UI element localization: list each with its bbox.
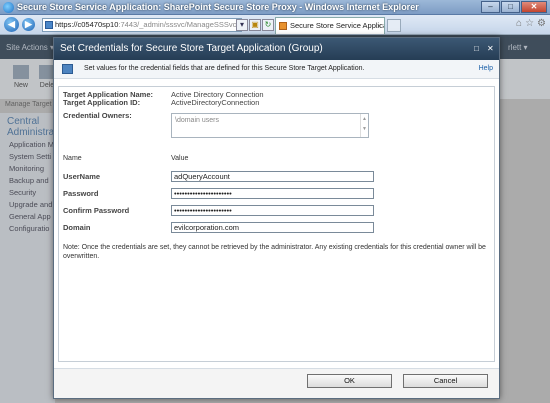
sharepoint-favicon-icon [279, 22, 287, 30]
domain-label: Domain [63, 223, 91, 232]
dialog-maximize-button[interactable]: □ [474, 44, 479, 53]
dialog-footer: OK Cancel [54, 368, 499, 398]
scroll-arrows-icon[interactable]: ▲ ▼ [360, 114, 368, 137]
new-tab-button[interactable] [387, 19, 401, 32]
credential-owners-label: Credential Owners: [63, 111, 132, 120]
home-icon[interactable]: ⌂ [516, 18, 522, 29]
credential-owners-value: \domain users [175, 117, 219, 124]
minimize-button[interactable]: – [481, 1, 500, 13]
browser-tab[interactable]: Secure Store Service Applica... x [275, 17, 385, 34]
page-icon [45, 21, 53, 29]
confirm-password-input[interactable]: •••••••••••••••••••••• [171, 205, 374, 216]
tools-icon[interactable]: ⚙ [537, 18, 546, 29]
column-header-value: Value [171, 155, 189, 162]
target-id-label: Target Application ID: [63, 98, 141, 107]
dialog-close-button[interactable]: ✕ [487, 44, 494, 53]
target-id-value: ActiveDirectoryConnection [171, 98, 260, 107]
forward-button[interactable]: ▶ [22, 18, 35, 31]
lock-icon[interactable]: ▣ [249, 19, 261, 31]
maximize-button[interactable]: □ [501, 1, 520, 13]
dialog-title: Set Credentials for Secure Store Target … [54, 38, 499, 60]
favorites-icon[interactable]: ☆ [525, 18, 534, 29]
overwrite-note: Note: Once the credentials are set, they… [63, 244, 486, 260]
window-title: Secure Store Service Application: ShareP… [17, 2, 419, 12]
domain-input[interactable]: evilcorporation.com [171, 222, 374, 233]
info-bar: Set values for the credential fields tha… [54, 60, 499, 79]
cancel-button[interactable]: Cancel [403, 374, 488, 388]
browser-toolbar: ◀ ▶ https://c05470sp10:7443/_admin/sssvc… [0, 15, 550, 35]
address-bar[interactable]: https://c05470sp10:7443/_admin/sssvc/Man… [42, 18, 242, 32]
set-credentials-dialog: Set Credentials for Secure Store Target … [53, 37, 500, 399]
username-label: UserName [63, 172, 101, 181]
window-titlebar: Secure Store Service Application: ShareP… [0, 0, 550, 15]
internet-explorer-icon [3, 2, 14, 13]
url-host: https://c05470sp10 [55, 20, 119, 29]
ok-button[interactable]: OK [307, 374, 392, 388]
confirm-password-label: Confirm Password [63, 206, 130, 215]
close-window-button[interactable]: ✕ [521, 1, 547, 13]
credentials-form: Target Application Name: Active Director… [58, 86, 495, 362]
dropdown-icon[interactable]: ▾ [236, 19, 248, 31]
tab-close-button[interactable]: x [377, 18, 381, 34]
help-link[interactable]: Help [479, 65, 493, 72]
column-header-name: Name [63, 155, 82, 162]
credential-owners-field[interactable]: \domain users ▲ ▼ [171, 113, 369, 138]
back-button[interactable]: ◀ [4, 17, 19, 32]
refresh-icon[interactable]: ↻ [262, 19, 274, 31]
password-label: Password [63, 189, 99, 198]
url-path: :7443/_admin/sssvc/ManageSSSvcAppl [118, 20, 242, 29]
username-input[interactable]: adQueryAccount [171, 171, 374, 182]
tab-title: Secure Store Service Applica... [290, 21, 385, 30]
password-input[interactable]: •••••••••••••••••••••• [171, 188, 374, 199]
info-text: Set values for the credential fields tha… [84, 65, 365, 72]
info-icon [62, 64, 73, 74]
